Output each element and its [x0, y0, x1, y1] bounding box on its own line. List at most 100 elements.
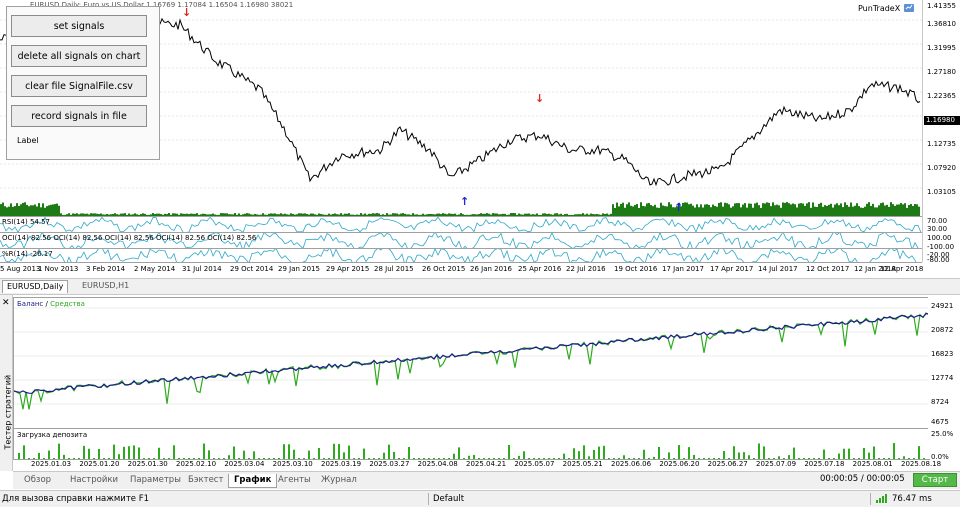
balance-chart-svg [13, 307, 930, 410]
tester-date-tick: 2025.01.30 [127, 460, 168, 468]
tester-date-tick: 2025.04.21 [466, 460, 507, 468]
price-tick: 1.31995 [927, 44, 956, 52]
tester-date-tick: 2025.03.04 [224, 460, 265, 468]
tester-side-bar: ✕ Тестер стратегий [0, 295, 13, 471]
tab-overview[interactable]: Обзор [19, 474, 56, 487]
cci-scale-tick: 100.00 [927, 234, 952, 242]
tester-scale-tick: 4675 [931, 418, 949, 426]
tester-date-tick: 2025.05.21 [562, 460, 603, 468]
signals-control-panel: set signals delete all signals on chart … [6, 6, 160, 160]
tab-settings[interactable]: Настройки [65, 474, 123, 487]
tester-date-tick: 2025.07.09 [756, 460, 797, 468]
tab-graph[interactable]: График [228, 474, 278, 488]
date-tick: 17 Apr 2017 [710, 265, 754, 273]
date-tick: 26 Oct 2015 [422, 265, 466, 273]
tester-date-tick: 2025.08.18 [901, 460, 942, 468]
brand-label: PunTradeX [858, 3, 915, 13]
tester-scale-tick: 24921 [931, 302, 954, 310]
buy-signal-arrow-icon[interactable]: ↑ [460, 195, 469, 208]
tab-journal[interactable]: Журнал [316, 474, 362, 487]
sell-signal-arrow-icon[interactable]: ↓ [535, 92, 544, 105]
status-divider [428, 493, 429, 505]
clear-file-button[interactable]: clear file SignalFile.csv [11, 75, 147, 97]
set-signals-button[interactable]: set signals [11, 15, 147, 37]
connection-signal-icon [876, 494, 887, 503]
start-button[interactable]: Старт [913, 473, 957, 487]
date-tick: 3 Feb 2014 [86, 265, 126, 273]
tester-scale-tick: 8724 [931, 398, 949, 406]
date-tick: 26 Jan 2016 [470, 265, 512, 273]
status-ping: 76.47 ms [892, 494, 932, 504]
price-tick: 1.12735 [927, 140, 956, 148]
tester-date-tick: 2025.04.08 [417, 460, 458, 468]
status-divider [870, 493, 871, 505]
deposit-load-label: Загрузка депозита [17, 431, 88, 439]
deposit-load-chart[interactable]: Загрузка депозита [13, 428, 930, 460]
date-tick: 19 Oct 2016 [614, 265, 658, 273]
cci-scale-tick: -100.00 [927, 243, 955, 251]
buy-signal-arrow-icon[interactable]: ↑ [674, 201, 683, 214]
legend-balance: Баланс [17, 300, 44, 308]
rsi-scale-tick: 70.00 [927, 217, 948, 225]
rsi-scale-tick: 30.00 [927, 225, 948, 233]
balance-equity-chart[interactable]: Баланс / Средства [13, 297, 930, 429]
tester-scale-tick: 20872 [931, 326, 954, 334]
deposit-load-svg [18, 443, 925, 459]
brand-name: PunTradeX [858, 3, 901, 13]
tab-parameters[interactable]: Параметры [125, 474, 186, 487]
price-tick: 1.03105 [927, 188, 956, 196]
delete-all-signals-button[interactable]: delete all signals on chart [11, 45, 147, 67]
tester-date-tick: 2025.03.27 [369, 460, 410, 468]
autotrading-icon [904, 4, 915, 12]
date-tick: 12 Apr 2018 [880, 265, 924, 273]
status-profile: Default [433, 494, 465, 504]
tester-date-axis: 2025.01.03 2025.01.20 2025.01.30 2025.02.10… [13, 459, 941, 470]
tester-date-tick: 2025.06.06 [611, 460, 652, 468]
tester-date-tick: 2025.03.10 [272, 460, 313, 468]
record-signals-button[interactable]: record signals in file [11, 105, 147, 127]
cci-panel[interactable]: OCI(14) 82.56 OCI(14) 82.56 OCI(14) 82.5… [0, 232, 922, 249]
close-icon[interactable]: ✕ [2, 298, 10, 308]
tester-date-tick: 2025.03.19 [321, 460, 362, 468]
date-tick: 29 Jan 2015 [278, 265, 320, 273]
tester-scale: 24921 20872 16823 12774 8724 4675 25.0% … [928, 297, 960, 461]
date-tick: 31 Jul 2014 [182, 265, 222, 273]
tester-date-tick: 2025.01.03 [31, 460, 72, 468]
tester-date-tick: 2025.02.10 [176, 460, 217, 468]
date-tick: 17 Jan 2017 [662, 265, 704, 273]
tester-legend: Баланс / Средства [17, 300, 85, 308]
price-tick: 1.36810 [927, 20, 956, 28]
cci-label: OCI(14) 82.56 OCI(14) 82.56 OCI(14) 82.5… [2, 234, 257, 242]
rsi-panel[interactable]: RSI(14) 54.57 [0, 216, 922, 233]
tab-eurusd-h1[interactable]: EURUSD,H1 [78, 280, 133, 292]
price-tick: 1.41355 [927, 2, 956, 10]
wpr-panel[interactable]: %R(14) -26.17 [0, 248, 922, 263]
date-tick: 12 Oct 2017 [806, 265, 850, 273]
date-axis: 5 Aug 2013 1 Nov 2013 3 Feb 2014 2 May 2014… [0, 262, 924, 277]
date-tick: 28 Jul 2015 [374, 265, 414, 273]
status-bar: Для вызова справки нажмите F1 Default 76… [0, 490, 960, 507]
sell-signal-arrow-icon[interactable]: ↓ [182, 6, 191, 19]
date-tick: 5 Aug 2013 [0, 265, 41, 273]
tester-date-tick: 2025.06.20 [659, 460, 700, 468]
tab-eurusd-daily[interactable]: EURUSD,Daily [2, 280, 69, 293]
date-tick: 1 Nov 2013 [38, 265, 79, 273]
rsi-line-chart [0, 217, 922, 233]
tab-agents[interactable]: Агенты [273, 474, 316, 487]
chart-tabs-bar: EURUSD,Daily EURUSD,H1 [0, 278, 960, 295]
tester-date-tick: 2025.05.07 [514, 460, 555, 468]
tester-tabs-bar: Обзор Настройки Параметры Бэктест График… [13, 471, 960, 489]
legend-equity: Средства [50, 300, 85, 308]
date-tick: 14 Jul 2017 [758, 265, 798, 273]
date-tick: 25 Apr 2016 [518, 265, 562, 273]
price-scale[interactable]: 1.41355 1.36810 1.31995 1.27180 1.22365 … [922, 0, 960, 264]
tester-scale-tick: 16823 [931, 350, 954, 358]
current-price-label: 1.16980 [924, 116, 960, 125]
wpr-label: %R(14) -26.17 [2, 250, 53, 258]
wpr-scale-tick: -80.00 [927, 256, 950, 264]
wpr-line-chart [0, 249, 917, 263]
status-help-text: Для вызова справки нажмите F1 [2, 494, 149, 504]
tab-backtest[interactable]: Бэктест [183, 474, 228, 487]
date-tick: 29 Oct 2014 [230, 265, 274, 273]
tester-date-tick: 2025.01.20 [79, 460, 120, 468]
